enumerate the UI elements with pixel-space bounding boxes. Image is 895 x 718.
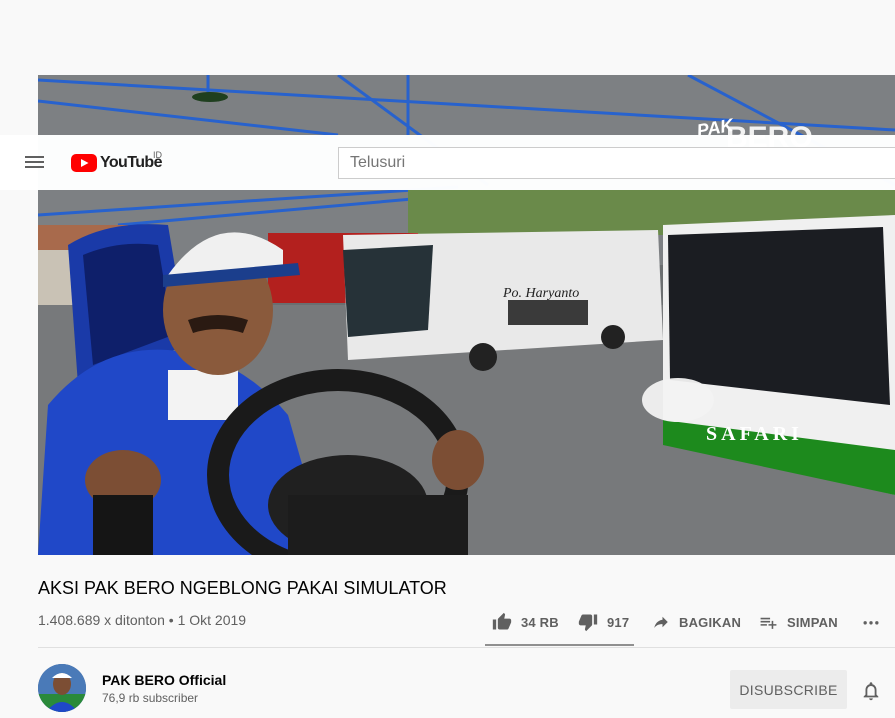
search-box (338, 147, 895, 179)
menu-icon[interactable] (25, 154, 45, 170)
like-count: 34 RB (521, 614, 559, 630)
like-button[interactable]: 34 RB (492, 610, 559, 634)
bus2-brand: SAFARI (706, 423, 803, 445)
more-horizontal-icon (863, 621, 879, 625)
youtube-logo-icon (71, 154, 97, 172)
video-meta: 1.408.689 x ditonton • 1 Okt 2019 (38, 612, 246, 628)
video-title: AKSI PAK BERO NGEBLONG PAKAI SIMULATOR (38, 578, 447, 598)
bell-icon[interactable] (860, 680, 882, 702)
upload-date: 1 Okt 2019 (177, 612, 247, 628)
meta-separator: • (168, 612, 174, 628)
share-arrow-icon (654, 616, 668, 628)
view-count: 1.408.689 x ditonton (38, 612, 165, 628)
logo-region: ID (153, 150, 162, 160)
subscribe-button[interactable]: DISUBSCRIBE (730, 670, 847, 709)
sentiment-bar (485, 644, 634, 646)
avatar-image (38, 664, 86, 712)
youtube-logo[interactable]: YouTube ID (71, 150, 162, 174)
share-button[interactable]: BAGIKAN (652, 610, 741, 634)
subscriber-count: 76,9 rb subscriber (102, 691, 199, 705)
avatar[interactable] (38, 664, 86, 712)
divider (38, 647, 895, 648)
watch-page: Po. Haryanto SAFARI PAK YouTube ID Telus… (0, 0, 895, 718)
more-actions-button[interactable] (861, 610, 881, 634)
thumb-down-icon (578, 614, 598, 632)
masthead: YouTube ID (0, 135, 895, 190)
dislike-count: 917 (607, 614, 630, 630)
search-input[interactable] (339, 148, 870, 178)
share-label: BAGIKAN (679, 614, 742, 630)
sentiment-bar-likes (485, 644, 631, 646)
bus1-brand: Po. Haryanto (502, 286, 579, 301)
thumb-up-icon (492, 612, 512, 630)
playlist-add-icon (760, 617, 777, 629)
dislike-button[interactable]: 917 (578, 610, 629, 634)
save-button[interactable]: SIMPAN (759, 610, 838, 634)
channel-name[interactable]: PAK BERO Official (102, 672, 226, 688)
save-label: SIMPAN (787, 614, 838, 630)
